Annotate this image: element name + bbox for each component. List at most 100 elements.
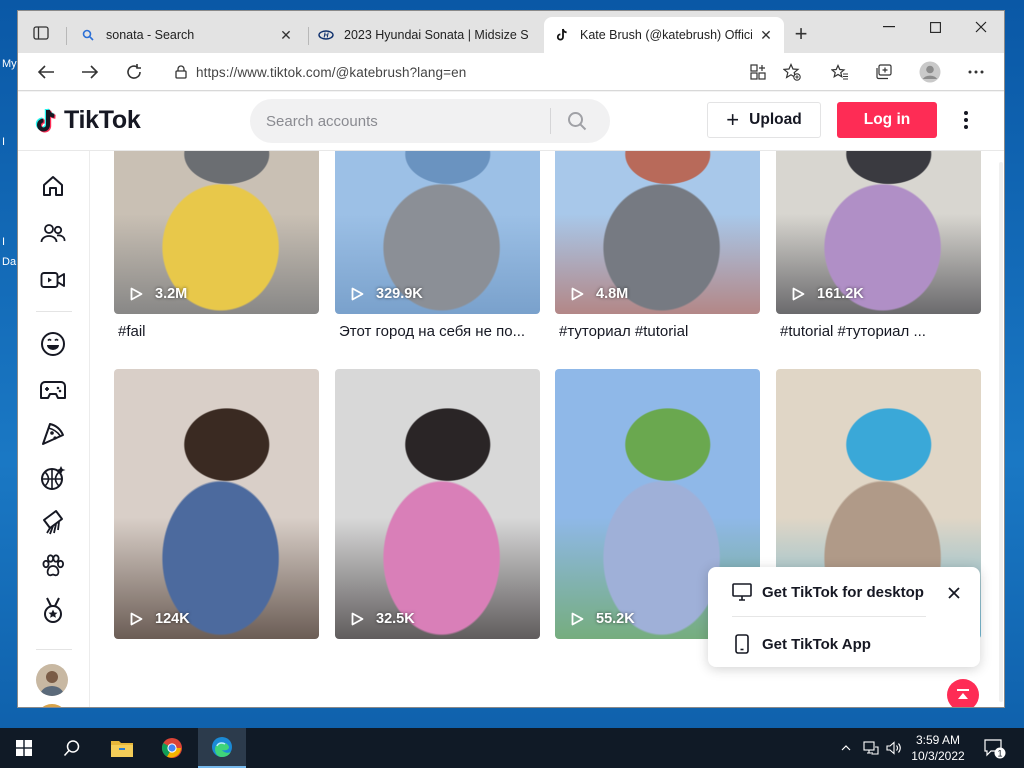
food-icon[interactable]	[38, 419, 68, 449]
achievement-icon[interactable]	[38, 595, 68, 625]
video-caption[interactable]: #tutorial #туториал ...	[780, 323, 980, 340]
address-bar: https://www.tiktok.com/@katebrush?lang=e…	[18, 53, 1004, 91]
desktop-label: My	[2, 58, 17, 70]
suggested-account-avatar[interactable]	[36, 704, 68, 707]
refresh-icon[interactable]	[120, 59, 148, 85]
view-count-text: 32.5K	[376, 611, 415, 627]
view-count: 32.5K	[351, 611, 415, 627]
hyundai-favicon-icon: H	[318, 27, 334, 43]
start-button[interactable]	[0, 728, 48, 768]
notification-center[interactable]: 1	[982, 736, 1006, 760]
lock-icon[interactable]	[166, 65, 196, 79]
tab-tiktok[interactable]: Kate Brush (@katebrush) Official ✕	[544, 17, 784, 53]
view-count-text: 3.2M	[155, 286, 188, 302]
page-scrollbar[interactable]	[998, 162, 1004, 702]
windows-icon	[16, 740, 32, 756]
animals-icon[interactable]	[38, 551, 68, 581]
gaming-icon[interactable]	[38, 375, 68, 405]
popup-close-icon[interactable]	[944, 583, 964, 603]
search-bar	[250, 99, 610, 143]
get-mobile-app-link[interactable]: Get TikTok App	[732, 634, 871, 654]
tiktok-favicon-icon	[554, 27, 570, 43]
tab-actions-icon[interactable]	[26, 21, 56, 45]
video-caption[interactable]: #туториал #tutorial	[559, 323, 759, 340]
play-icon	[792, 287, 811, 301]
search-taskbar-icon[interactable]	[48, 728, 96, 768]
more-options-icon[interactable]	[954, 106, 978, 134]
comedy-icon[interactable]	[38, 329, 68, 359]
desktop-label: I	[2, 236, 6, 248]
collections-icon[interactable]	[872, 61, 896, 83]
upload-button[interactable]: + Upload	[707, 102, 821, 138]
following-icon[interactable]	[38, 218, 68, 248]
url-text[interactable]: https://www.tiktok.com/@katebrush?lang=e…	[196, 65, 466, 80]
search-input[interactable]	[250, 112, 550, 130]
taskbar-clock[interactable]: 3:59 AM 10/3/2022	[900, 732, 976, 764]
suggested-account-avatar[interactable]	[36, 664, 68, 696]
favorites-icon[interactable]	[828, 61, 852, 83]
play-icon	[130, 287, 149, 301]
edge-icon[interactable]	[198, 728, 246, 768]
video-caption[interactable]: Этот город на себя не по...	[339, 323, 539, 340]
popup-divider	[732, 616, 926, 617]
file-explorer-icon[interactable]	[98, 728, 146, 768]
tab-title: 2023 Hyundai Sonata | Midsize S	[344, 28, 529, 42]
tab-title: Kate Brush (@katebrush) Official	[580, 28, 752, 42]
chrome-icon[interactable]	[148, 728, 196, 768]
back-icon[interactable]	[32, 59, 60, 85]
view-count-text: 124K	[155, 611, 190, 627]
tab-close-icon[interactable]: ✕	[758, 27, 774, 44]
clock-date: 10/3/2022	[911, 749, 965, 763]
mobile-app-label: Get TikTok App	[762, 635, 871, 653]
phone-icon	[732, 634, 752, 654]
live-icon[interactable]	[38, 265, 68, 295]
tab-hyundai[interactable]: H 2023 Hyundai Sonata | Midsize S	[308, 17, 542, 53]
forward-icon[interactable]	[76, 59, 104, 85]
tab-close-icon[interactable]: ✕	[278, 27, 294, 44]
app-available-icon[interactable]	[746, 61, 770, 83]
search-icon[interactable]	[551, 99, 603, 143]
sidebar-divider	[36, 649, 72, 650]
home-icon[interactable]	[38, 171, 68, 201]
maximize-icon[interactable]	[912, 11, 958, 43]
play-icon	[571, 287, 590, 301]
view-count: 124K	[130, 611, 190, 627]
view-count: 55.2K	[571, 611, 635, 627]
profile-icon[interactable]	[918, 61, 942, 83]
play-icon	[130, 612, 149, 626]
beauty-icon[interactable]	[38, 507, 68, 537]
new-tab-button[interactable]: +	[788, 23, 814, 47]
sports-icon[interactable]	[38, 463, 68, 493]
sidebar	[18, 151, 90, 707]
video-thumbnail[interactable]: 32.5K	[335, 369, 540, 639]
view-count: 4.8M	[571, 286, 628, 302]
scroll-up-icon	[957, 689, 969, 699]
video-caption[interactable]: #fail	[118, 323, 318, 340]
sidebar-divider	[36, 311, 72, 312]
search-favicon-icon	[80, 27, 96, 43]
desktop-app-label: Get TikTok for desktop	[762, 583, 924, 601]
tab-title: sonata - Search	[106, 28, 195, 42]
play-icon	[351, 287, 370, 301]
view-count: 161.2K	[792, 286, 864, 302]
scroll-to-top-button[interactable]	[947, 679, 979, 707]
browser-window: sonata - Search ✕ H 2023 Hyundai Sonata …	[17, 10, 1005, 708]
tiktok-logo[interactable]: TikTok	[34, 106, 141, 135]
login-button[interactable]: Log in	[837, 102, 937, 138]
minimize-icon[interactable]	[866, 11, 912, 43]
tray-chevron-icon[interactable]	[836, 728, 856, 768]
add-favorite-icon[interactable]	[780, 61, 804, 83]
taskbar: 3:59 AM 10/3/2022 1	[0, 728, 1024, 768]
tab-search[interactable]: sonata - Search ✕	[70, 17, 304, 53]
close-window-icon[interactable]	[958, 11, 1004, 43]
settings-more-icon[interactable]	[964, 61, 988, 83]
tiktok-header: TikTok + Upload Log in	[18, 92, 1004, 151]
view-count: 329.9K	[351, 286, 423, 302]
network-icon[interactable]	[860, 728, 882, 768]
view-count-text: 55.2K	[596, 611, 635, 627]
url-box[interactable]: https://www.tiktok.com/@katebrush?lang=e…	[166, 58, 796, 86]
view-count-text: 329.9K	[376, 286, 423, 302]
video-thumbnail[interactable]: 124K	[114, 369, 319, 639]
get-desktop-app-link[interactable]: Get TikTok for desktop	[732, 583, 924, 601]
play-icon	[351, 612, 370, 626]
